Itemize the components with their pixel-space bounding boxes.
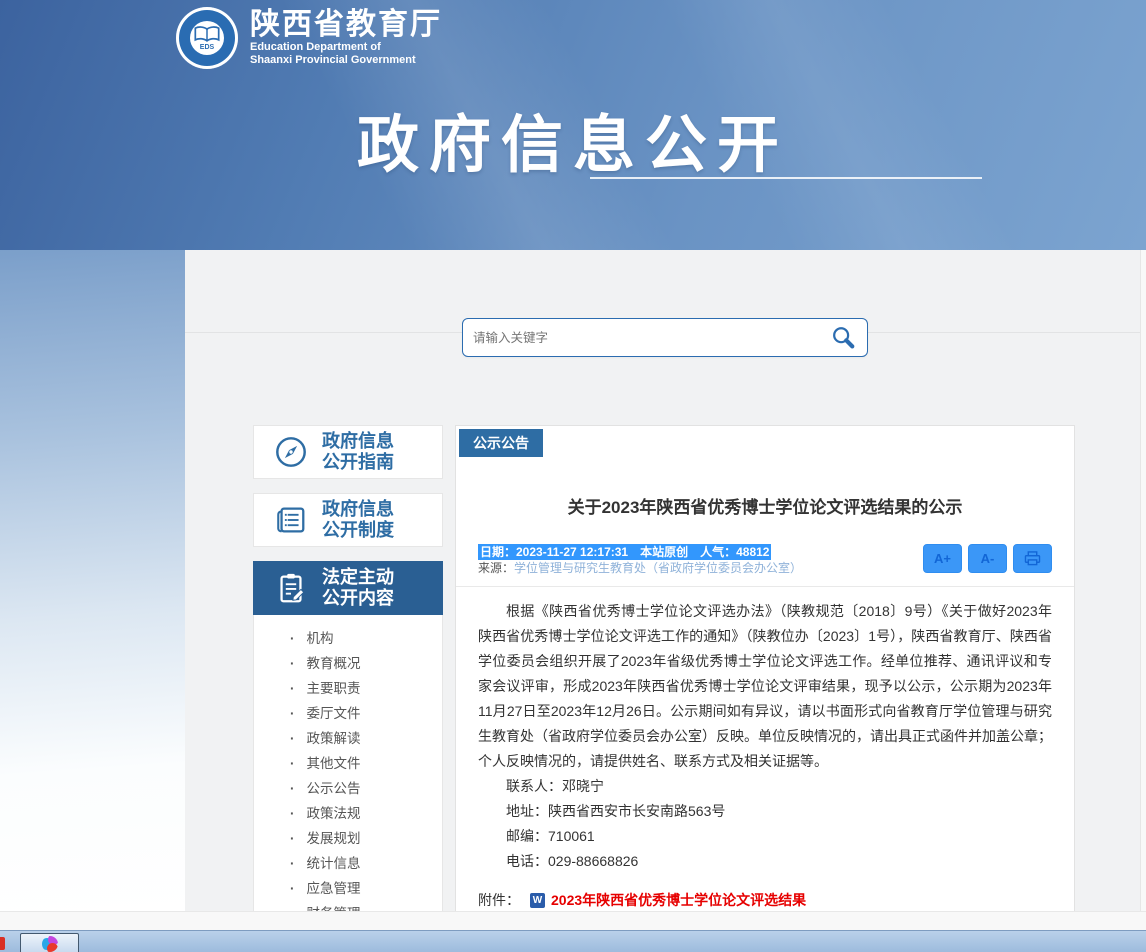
attachment-link[interactable]: 2023年陕西省优秀博士学位论文评选结果 [551, 890, 806, 910]
sidebar-item-label: 法定主动 [322, 567, 394, 588]
taskbar [0, 930, 1146, 952]
org-name-en1: Education Department of [250, 41, 442, 54]
meta-divider [456, 586, 1074, 587]
sidebar-item-disclosure-guide[interactable]: 政府信息 公开指南 [253, 425, 443, 479]
clipboard-pencil-icon [274, 571, 308, 605]
page-title: 政府信息公开 [0, 94, 1146, 184]
open-book-icon [194, 26, 220, 43]
submenu-item-development-planning[interactable]: 发展规划 [254, 826, 442, 851]
font-increase-button[interactable]: A+ [923, 544, 962, 573]
search-input[interactable] [463, 331, 819, 345]
window-bottom-strip [0, 911, 1146, 931]
meta-source-label: 来源： [478, 561, 514, 575]
sidebar-item-label: 政府信息 [322, 499, 394, 520]
attachment-label: 附件： [478, 890, 520, 910]
sidebar-item-label: 公开指南 [322, 452, 394, 473]
taskbar-partial-icon[interactable] [0, 937, 5, 950]
sidebar-item-label: 政府信息 [322, 431, 394, 452]
submenu-item-education-overview[interactable]: 教育概况 [254, 651, 442, 676]
meta-date-selected: 日期：2023-11-27 12:17:31 本站原创 人气：48812 [478, 544, 771, 560]
submenu-item-statistics[interactable]: 统计信息 [254, 851, 442, 876]
submenu-item-policies-regulations[interactable]: 政策法规 [254, 801, 442, 826]
contact-address: 地址：陕西省西安市长安南路563号 [478, 799, 1052, 824]
contact-phone: 电话：029-88668826 [478, 849, 1052, 874]
top-banner: EDS 陕西省教育厅 Education Department of Shaan… [0, 0, 1146, 250]
word-doc-icon: W [530, 893, 545, 908]
org-name-cn: 陕西省教育厅 [250, 9, 442, 41]
book-list-icon [274, 503, 308, 537]
search-icon [830, 325, 856, 351]
sidebar-item-label: 公开内容 [322, 588, 394, 609]
contact-postcode: 邮编：710061 [478, 824, 1052, 849]
taskbar-browser-button[interactable] [20, 933, 79, 952]
submenu-item-policy-interpretation[interactable]: 政策解读 [254, 726, 442, 751]
eds-logo-icon: EDS [176, 7, 238, 69]
submenu-item-department-documents[interactable]: 委厅文件 [254, 701, 442, 726]
article-panel: 公示公告 关于2023年陕西省优秀博士学位论文评选结果的公示 日期：2023-1… [455, 425, 1075, 912]
attachment-row: 附件： W 2023年陕西省优秀博士学位论文评选结果 [478, 890, 1052, 910]
search-button[interactable] [819, 319, 867, 356]
eds-logo-text: EDS [200, 44, 214, 51]
sidebar-submenu: 机构 教育概况 主要职责 委厅文件 政策解读 其他文件 公示公告 政策法规 发展… [253, 615, 443, 912]
submenu-item-public-announcements[interactable]: 公示公告 [254, 776, 442, 801]
article-body: 根据《陕西省优秀博士学位论文评选办法》（陕教规范〔2018〕9号）《关于做好20… [478, 599, 1052, 774]
submenu-item-org[interactable]: 机构 [254, 626, 442, 651]
sidebar-item-disclosure-system[interactable]: 政府信息 公开制度 [253, 493, 443, 547]
sidebar-item-label: 公开制度 [322, 520, 394, 541]
section-badge: 公示公告 [459, 429, 543, 457]
title-underline [590, 177, 982, 179]
browser-logo-icon [42, 936, 58, 952]
compass-icon [274, 435, 308, 469]
screen: EDS 陕西省教育厅 Education Department of Shaan… [0, 0, 1146, 952]
site-logo: EDS 陕西省教育厅 Education Department of Shaan… [176, 7, 442, 69]
printer-icon [1024, 551, 1041, 566]
meta-source-link[interactable]: 学位管理与研究生教育处（省政府学位委员会办公室） [514, 561, 802, 575]
left-background [0, 250, 185, 912]
sidebar-item-statutory-disclosure[interactable]: 法定主动 公开内容 [253, 561, 443, 615]
submenu-item-emergency-management[interactable]: 应急管理 [254, 876, 442, 901]
article-title: 关于2023年陕西省优秀博士学位论文评选结果的公示 [456, 493, 1074, 518]
org-name-en2: Shaanxi Provincial Government [250, 54, 442, 67]
font-decrease-button[interactable]: A- [968, 544, 1007, 573]
submenu-item-main-duties[interactable]: 主要职责 [254, 676, 442, 701]
article-meta: 日期：2023-11-27 12:17:31 本站原创 人气：48812 来源：… [478, 544, 1052, 576]
search-bar [462, 318, 868, 357]
browser-scrollbar[interactable] [1140, 250, 1146, 912]
submenu-item-other-documents[interactable]: 其他文件 [254, 751, 442, 776]
contact-person: 联系人：邓晓宁 [478, 774, 1052, 799]
print-button[interactable] [1013, 544, 1052, 573]
